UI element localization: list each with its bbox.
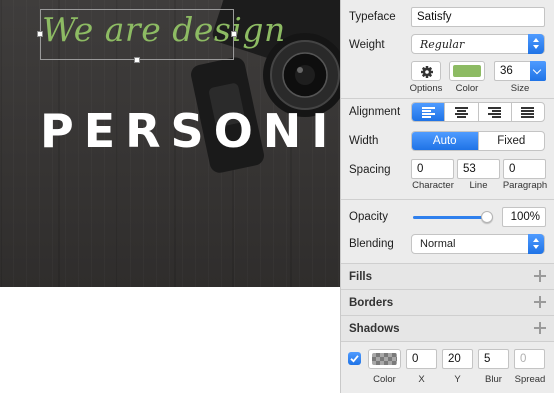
shadows-title: Shadows [349,323,400,335]
character-spacing-field[interactable]: 0 [411,159,454,179]
width-fixed-button[interactable]: Fixed [477,132,545,150]
align-center-icon [454,107,468,118]
line-label: Line [469,180,488,191]
fills-title: Fills [349,271,373,283]
align-justify-button[interactable] [510,103,544,121]
text-color-swatch [453,65,481,77]
shadow-blur-label: Blur [485,374,502,385]
paragraph-spacing-field[interactable]: 0 [503,159,546,179]
width-auto-button[interactable]: Auto [412,132,478,150]
weight-value: Regular [420,38,465,51]
divider [341,341,554,342]
divider [341,199,554,200]
opacity-slider[interactable] [413,210,493,224]
line-spacing-field[interactable]: 53 [457,159,500,179]
align-left-icon [421,107,435,118]
select-arrows-icon [528,234,544,254]
align-center-button[interactable] [444,103,477,121]
checkmark-icon [350,355,359,363]
color-label: Color [455,83,479,94]
alignment-segmented-control [411,102,545,122]
shadow-y-field[interactable]: 20 [442,349,473,369]
shadow-enabled-checkbox[interactable] [348,352,361,365]
shadow-blur-field[interactable]: 5 [478,349,509,369]
resize-handle-right[interactable] [231,31,237,37]
app-window: PERSONIF We are design Typeface Satisfy … [0,0,554,393]
width-label: Width [349,135,379,147]
gear-icon [421,66,433,78]
resize-handle-left[interactable] [37,31,43,37]
align-right-icon [488,107,502,118]
inspector-panel: Typeface Satisfy Weight Regular Options [340,0,554,393]
align-right-button[interactable] [477,103,511,121]
opacity-label: Opacity [349,211,388,223]
shadow-x-field[interactable]: 0 [406,349,437,369]
opacity-slider-fill [413,216,487,219]
spacing-label: Spacing [349,164,391,176]
weight-select[interactable]: Regular [411,34,545,54]
opacity-slider-knob[interactable] [481,211,493,223]
typeface-label: Typeface [349,11,396,23]
blending-label: Blending [349,238,394,250]
artboard-background-image[interactable]: PERSONIF We are design [0,0,340,287]
add-shadow-plus-icon[interactable] [534,322,546,334]
align-left-button[interactable] [412,103,445,121]
paragraph-label: Paragraph [502,180,548,191]
blending-value: Normal [420,238,456,250]
canvas[interactable]: PERSONIF We are design [0,0,340,393]
shadow-color-label: Color [373,374,396,385]
width-segmented-control: Auto Fixed [411,131,545,151]
selection-box[interactable] [37,9,237,63]
borders-section-header[interactable]: Borders [341,289,554,315]
add-fill-plus-icon[interactable] [534,270,546,282]
weight-label: Weight [349,39,385,51]
opacity-field[interactable]: 100% [502,207,546,227]
resize-handle-bottom[interactable] [134,57,140,63]
align-justify-icon [521,107,535,118]
divider [341,98,554,99]
text-color-well[interactable] [449,61,485,81]
add-border-plus-icon[interactable] [534,296,546,308]
shadow-spread-field[interactable]: 0 [514,349,545,369]
font-size-value: 36 [500,65,513,77]
font-size-field[interactable]: 36 [494,61,546,81]
typeface-field[interactable]: Satisfy [411,7,545,27]
size-label: Size [510,83,530,94]
chevron-down-icon[interactable] [530,61,546,81]
shadow-spread-label: Spread [514,374,546,385]
shadow-y-label: Y [454,374,461,385]
shadow-x-label: X [418,374,425,385]
alignment-label: Alignment [349,106,401,118]
shadow-color-swatch [372,353,397,365]
options-label: Options [409,83,443,94]
headline-text[interactable]: PERSONIF [40,104,340,158]
character-label: Character [412,180,454,191]
shadow-color-well[interactable] [368,349,401,369]
select-arrows-icon [528,34,544,54]
shadows-section-header[interactable]: Shadows [341,315,554,341]
borders-title: Borders [349,297,394,309]
fills-section-header[interactable]: Fills [341,263,554,289]
blending-select[interactable]: Normal [411,234,545,254]
options-button[interactable] [411,61,441,81]
